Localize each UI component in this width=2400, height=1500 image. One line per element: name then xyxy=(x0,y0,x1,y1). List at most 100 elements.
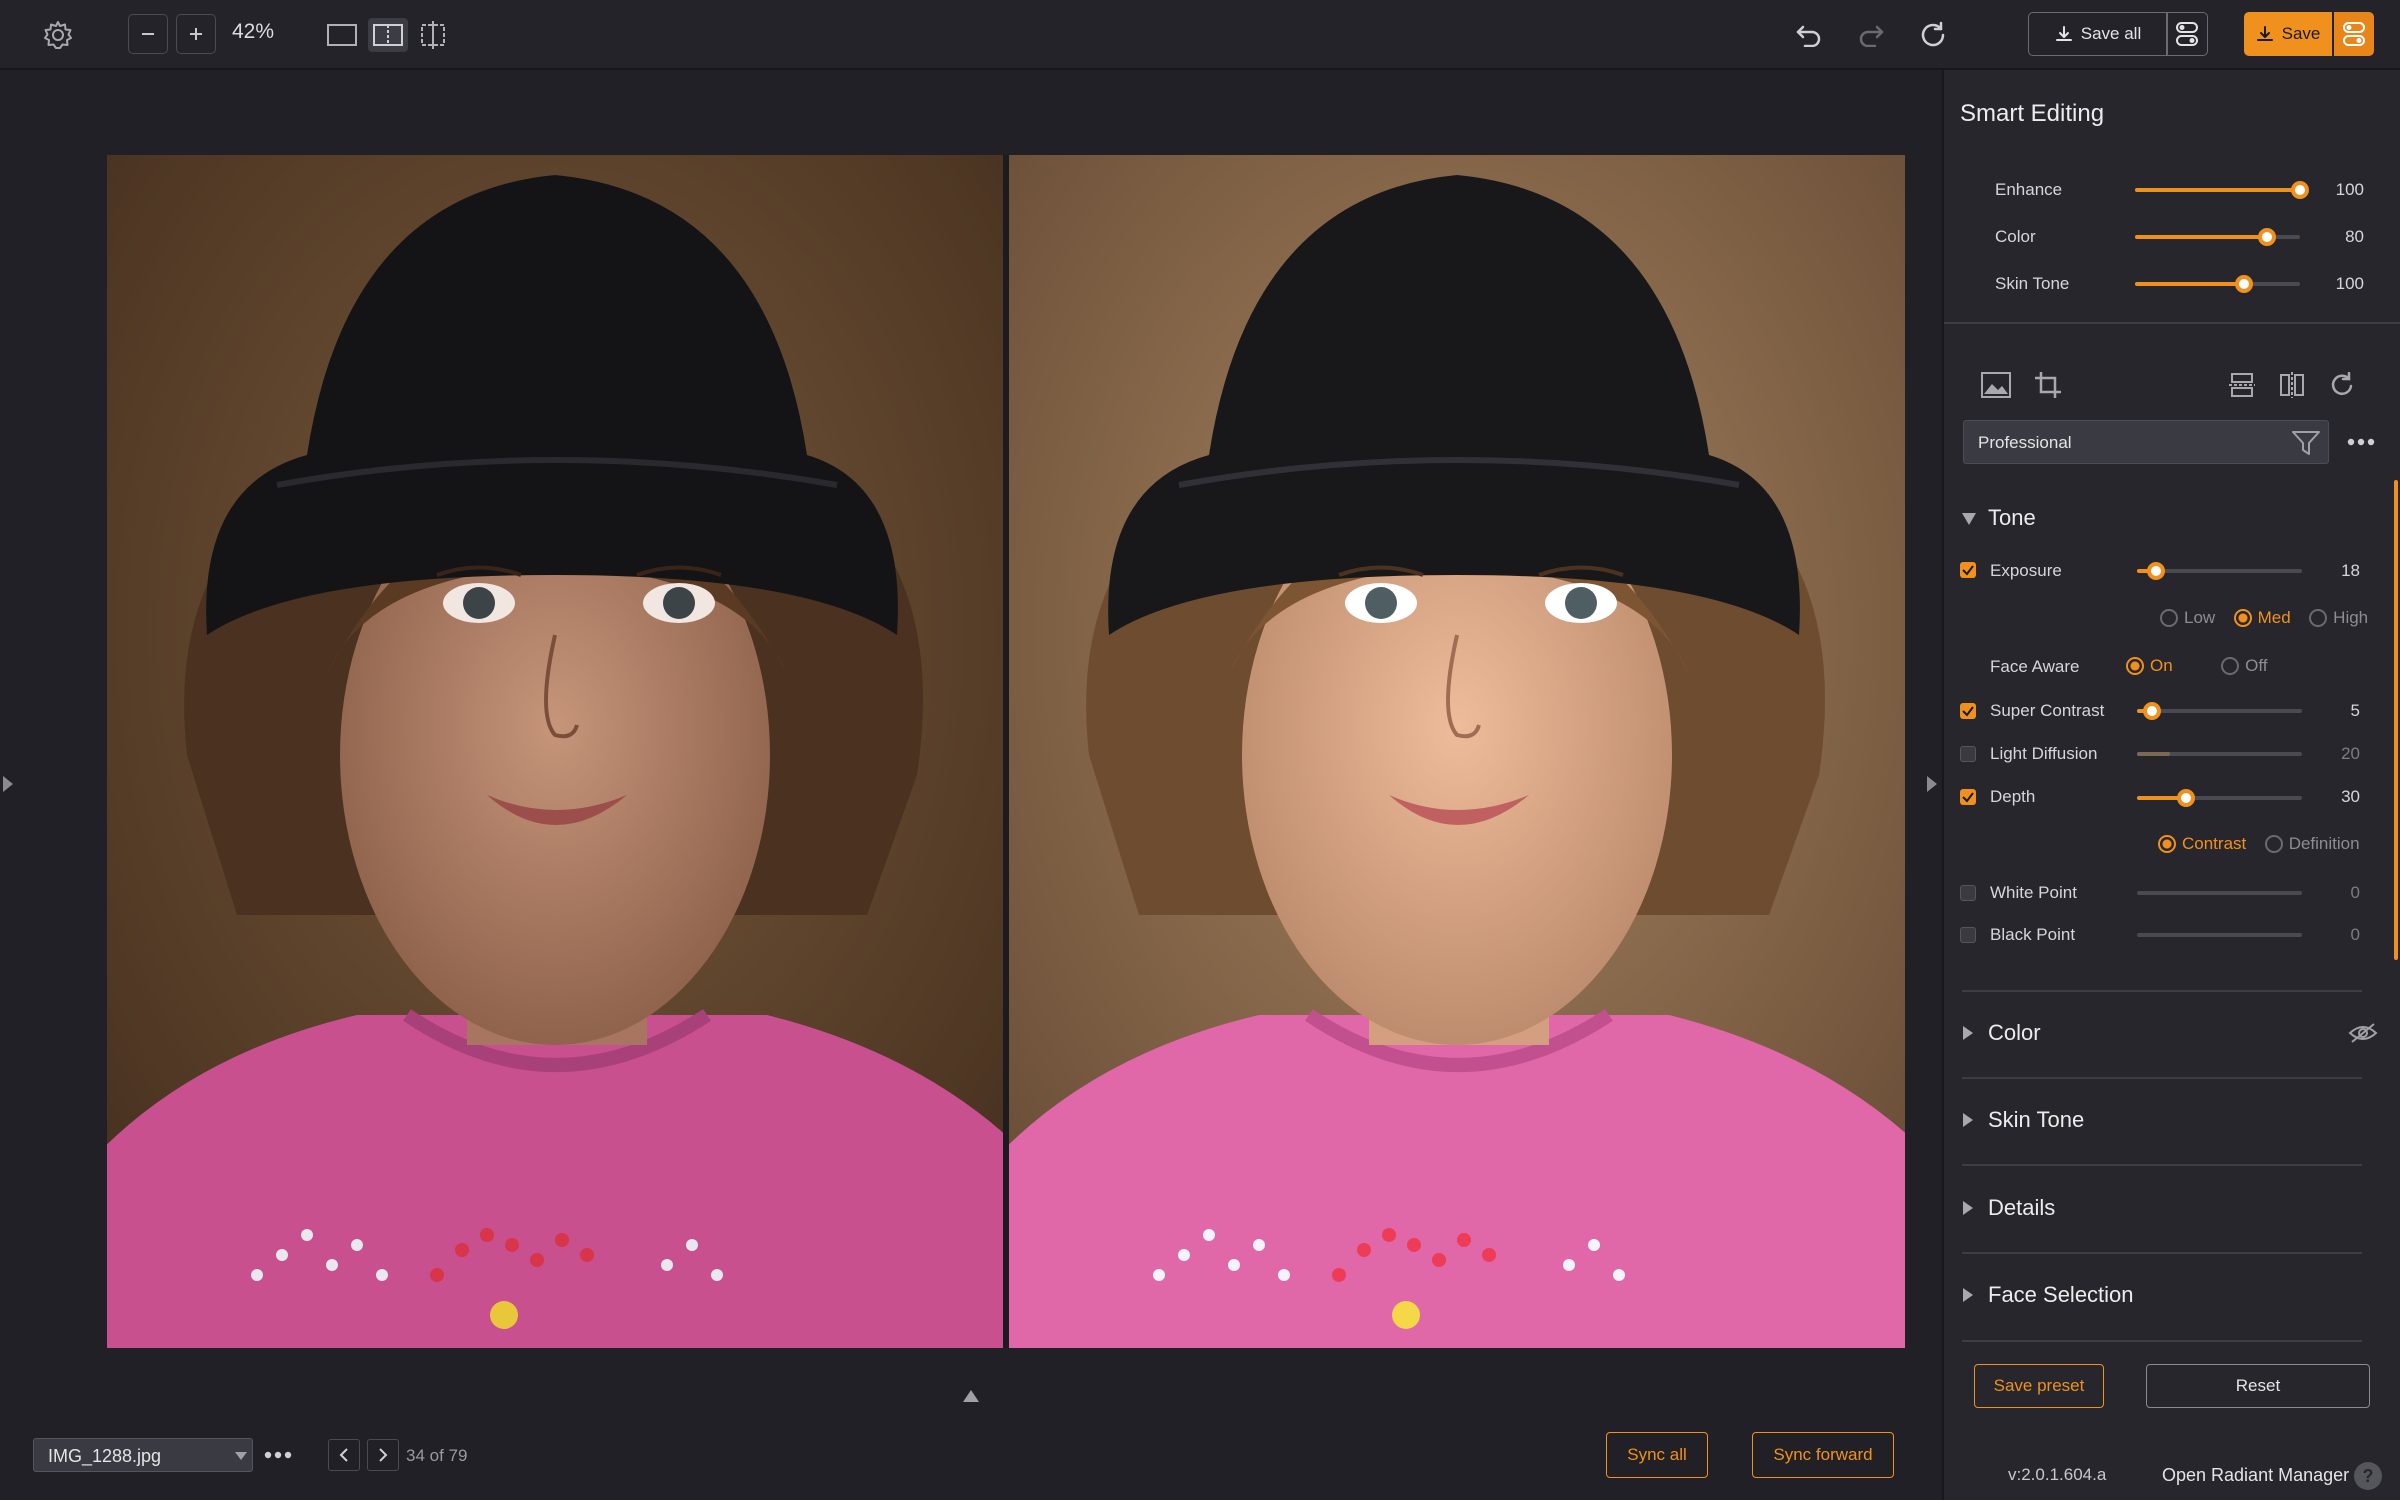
depth-checkbox[interactable] xyxy=(1960,789,1976,805)
right-panel-collapse-icon[interactable] xyxy=(1924,772,1940,796)
black-point-slider[interactable] xyxy=(2137,933,2302,937)
split-view-icon[interactable] xyxy=(368,18,408,52)
sync-forward-button[interactable]: Sync forward xyxy=(1752,1432,1894,1478)
plus-icon xyxy=(190,28,202,40)
divider xyxy=(1944,322,2400,324)
depth-label: Depth xyxy=(1990,787,2036,806)
details-section-title[interactable]: Details xyxy=(1988,1195,2055,1221)
save-label: Save xyxy=(2281,24,2321,43)
minus-icon xyxy=(142,33,154,35)
face-aware-on[interactable]: On xyxy=(2126,656,2173,675)
skin-tone-value: 100 xyxy=(2335,274,2364,293)
reset-button[interactable]: Reset xyxy=(2146,1364,2370,1408)
divider xyxy=(1962,1077,2362,1079)
black-point-label: Black Point xyxy=(1990,925,2076,944)
white-point-slider[interactable] xyxy=(2137,891,2302,895)
skin-tone-section-title[interactable]: Skin Tone xyxy=(1988,1107,2084,1133)
depth-slider[interactable] xyxy=(2137,789,2302,807)
filter-icon xyxy=(2292,431,2320,455)
exposure-slider[interactable] xyxy=(2137,562,2302,580)
save-all-button[interactable]: Save all xyxy=(2028,12,2168,56)
color-section-title[interactable]: Color xyxy=(1988,1020,2041,1046)
toggle-options-icon xyxy=(2176,22,2198,46)
light-diffusion-label: Light Diffusion xyxy=(1990,744,2098,763)
depth-mode-radios: Contrast Definition xyxy=(2158,834,2360,854)
image-icon[interactable] xyxy=(1980,370,2012,400)
single-view-icon[interactable] xyxy=(326,20,358,50)
exposure-level-low[interactable]: Low xyxy=(2160,608,2215,627)
face-selection-section-title[interactable]: Face Selection xyxy=(1988,1282,2134,1308)
enhance-slider[interactable] xyxy=(2135,181,2309,199)
slider-thumb[interactable] xyxy=(2258,228,2276,246)
chevron-left-icon xyxy=(339,1448,348,1462)
black-point-checkbox[interactable] xyxy=(1960,927,1976,943)
save-preset-button[interactable]: Save preset xyxy=(1974,1364,2104,1408)
skin-tone-slider[interactable] xyxy=(2135,275,2300,293)
settings-gear-icon[interactable] xyxy=(40,17,76,53)
left-panel-expand-icon[interactable] xyxy=(0,772,16,796)
chevron-down-icon xyxy=(235,1452,247,1460)
face-aware-off[interactable]: Off xyxy=(2221,656,2268,675)
filmstrip-expand-icon[interactable] xyxy=(961,1388,981,1404)
preset-select[interactable]: Professional xyxy=(1963,420,2329,464)
tone-collapse-icon[interactable] xyxy=(1960,510,1978,528)
slider-thumb[interactable] xyxy=(2147,562,2165,580)
slider-thumb[interactable] xyxy=(2143,702,2161,720)
expand-color-icon[interactable] xyxy=(1960,1024,1976,1042)
flip-vertical-icon[interactable] xyxy=(2226,370,2258,400)
preset-name: Professional xyxy=(1978,433,2072,452)
white-point-checkbox[interactable] xyxy=(1960,885,1976,901)
flip-horizontal-icon[interactable] xyxy=(2276,370,2308,400)
toggle-options-icon xyxy=(2343,22,2365,46)
panel-scrollbar[interactable] xyxy=(2394,480,2398,960)
skin-tone-label: Skin Tone xyxy=(1995,274,2070,293)
eye-hidden-icon[interactable] xyxy=(2348,1022,2378,1044)
light-diffusion-checkbox[interactable] xyxy=(1960,746,1976,762)
file-select[interactable]: IMG_1288.jpg xyxy=(33,1438,253,1472)
super-contrast-checkbox[interactable] xyxy=(1960,703,1976,719)
super-contrast-slider[interactable] xyxy=(2137,702,2302,720)
zoom-in-button[interactable] xyxy=(176,14,216,54)
sync-all-button[interactable]: Sync all xyxy=(1606,1432,1708,1478)
next-image-button[interactable] xyxy=(367,1439,399,1471)
file-more-icon[interactable] xyxy=(262,1444,294,1466)
divider xyxy=(1962,1340,2362,1342)
slider-thumb[interactable] xyxy=(2177,789,2195,807)
expand-skin-tone-icon[interactable] xyxy=(1960,1111,1976,1129)
crop-icon[interactable] xyxy=(2032,370,2064,400)
file-name: IMG_1288.jpg xyxy=(48,1446,162,1466)
light-diffusion-slider[interactable] xyxy=(2137,752,2302,756)
exposure-label: Exposure xyxy=(1990,561,2062,580)
zoom-out-button[interactable] xyxy=(128,14,168,54)
slider-thumb[interactable] xyxy=(2235,275,2253,293)
previous-image-button[interactable] xyxy=(328,1439,360,1471)
zoom-level: 42% xyxy=(232,20,275,43)
expand-details-icon[interactable] xyxy=(1960,1199,1976,1217)
undo-icon[interactable] xyxy=(1792,18,1826,52)
rotate-icon[interactable] xyxy=(2326,370,2358,400)
expand-face-selection-icon[interactable] xyxy=(1960,1286,1976,1304)
save-all-options-button[interactable] xyxy=(2166,12,2208,56)
exposure-level-high[interactable]: High xyxy=(2309,608,2368,627)
save-button[interactable]: Save xyxy=(2244,12,2332,56)
open-radiant-manager-link[interactable]: Open Radiant Manager xyxy=(2162,1465,2349,1486)
depth-mode-definition[interactable]: Definition xyxy=(2264,834,2360,853)
tone-section-title[interactable]: Tone xyxy=(1988,505,2036,531)
chevron-right-icon xyxy=(379,1448,388,1462)
panel-title: Smart Editing xyxy=(1960,100,2105,127)
exposure-level-radios: Low Med High xyxy=(2160,608,2368,628)
black-point-value: 0 xyxy=(2350,925,2360,944)
exposure-level-med[interactable]: Med xyxy=(2233,608,2291,627)
help-icon[interactable]: ? xyxy=(2354,1462,2382,1490)
save-options-button[interactable] xyxy=(2334,12,2374,56)
exposure-checkbox[interactable] xyxy=(1960,562,1976,578)
preset-more-icon[interactable] xyxy=(2346,432,2376,452)
depth-mode-contrast[interactable]: Contrast xyxy=(2158,834,2246,853)
crop-compare-view-icon[interactable] xyxy=(416,18,450,52)
slider-thumb[interactable] xyxy=(2291,181,2309,199)
redo-icon[interactable] xyxy=(1854,18,1888,52)
color-label: Color xyxy=(1995,227,2036,246)
color-slider[interactable] xyxy=(2135,228,2300,246)
reset-rotate-icon[interactable] xyxy=(1916,18,1950,52)
download-icon xyxy=(2055,26,2072,41)
